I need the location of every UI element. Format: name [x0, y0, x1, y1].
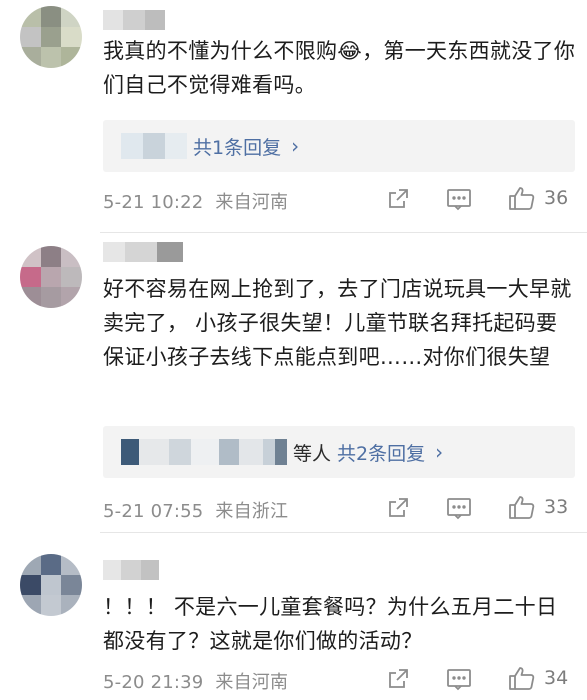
like-button[interactable]: 36 — [508, 185, 568, 211]
comment-location: 来自河南 — [215, 672, 289, 693]
avatar[interactable] — [20, 246, 82, 308]
comment-button[interactable] — [446, 667, 472, 691]
comment-location: 来自浙江 — [215, 501, 289, 522]
comment-text: 我真的不懂为什么不限购😂，第一天东西就没了你们自己不觉得难看吗。 — [103, 39, 576, 97]
thumbs-up-icon — [509, 187, 535, 210]
comment-text: ！！！ 不是六一儿童套餐吗？为什么五月二十日都没有了？这就是你们做的活动？ — [103, 595, 558, 653]
like-count: 34 — [544, 667, 569, 689]
share-button[interactable] — [386, 496, 410, 520]
comment-text: 好不容易在网上抢到了，去了门店说玩具一大早就卖完了， 小孩子很失望！儿童节联名拜… — [103, 277, 572, 369]
comment-item: ！！！ 不是六一儿童套餐吗？为什么五月二十日都没有了？这就是你们做的活动？ 5-… — [0, 532, 587, 700]
comment-meta: 5-21 10:22 来自河南 — [103, 188, 288, 214]
comment-location: 来自河南 — [215, 192, 289, 213]
reply-preview[interactable]: 等人 共2条回复 › — [103, 426, 575, 478]
comment-button[interactable] — [446, 496, 472, 520]
avatar[interactable] — [20, 6, 82, 68]
reply-count-link[interactable]: 共1条回复 — [193, 133, 281, 160]
reply-usernames-blurred — [121, 439, 287, 465]
comment-date: 5-21 10:22 — [103, 192, 204, 213]
share-button[interactable] — [386, 187, 410, 211]
chevron-right-icon: › — [435, 440, 444, 464]
like-button[interactable]: 33 — [508, 494, 568, 520]
comment-icon — [447, 498, 471, 520]
comment-button[interactable] — [446, 187, 472, 211]
chevron-right-icon: › — [291, 134, 300, 158]
reply-usernames-blurred — [121, 133, 187, 159]
comment-icon — [447, 669, 471, 691]
comment-meta: 5-20 21:39 来自河南 — [103, 668, 288, 694]
share-icon — [389, 669, 408, 688]
share-icon — [389, 498, 408, 517]
comment-item: 我真的不懂为什么不限购😂，第一天东西就没了你们自己不觉得难看吗。 共1条回复 ›… — [0, 0, 587, 232]
reply-prefix: 等人 — [293, 442, 332, 465]
share-button[interactable] — [386, 667, 410, 691]
username-blurred[interactable] — [103, 10, 165, 30]
avatar[interactable] — [20, 554, 82, 616]
share-icon — [389, 189, 408, 208]
comment-date: 5-21 07:55 — [103, 501, 204, 522]
reply-count-link[interactable]: 共2条回复 — [337, 439, 425, 466]
like-count: 36 — [544, 187, 569, 209]
comment-item: 好不容易在网上抢到了，去了门店说玩具一大早就卖完了， 小孩子很失望！儿童节联名拜… — [0, 232, 587, 532]
comment-date: 5-20 21:39 — [103, 672, 204, 693]
username-blurred[interactable] — [103, 242, 183, 262]
username-blurred[interactable] — [103, 560, 159, 580]
comment-icon — [447, 189, 471, 211]
like-button[interactable]: 34 — [508, 665, 568, 691]
thumbs-up-icon — [509, 667, 535, 690]
comment-meta: 5-21 07:55 来自浙江 — [103, 497, 288, 523]
like-count: 33 — [544, 496, 569, 518]
thumbs-up-icon — [509, 496, 535, 519]
reply-preview[interactable]: 共1条回复 › — [103, 120, 575, 172]
